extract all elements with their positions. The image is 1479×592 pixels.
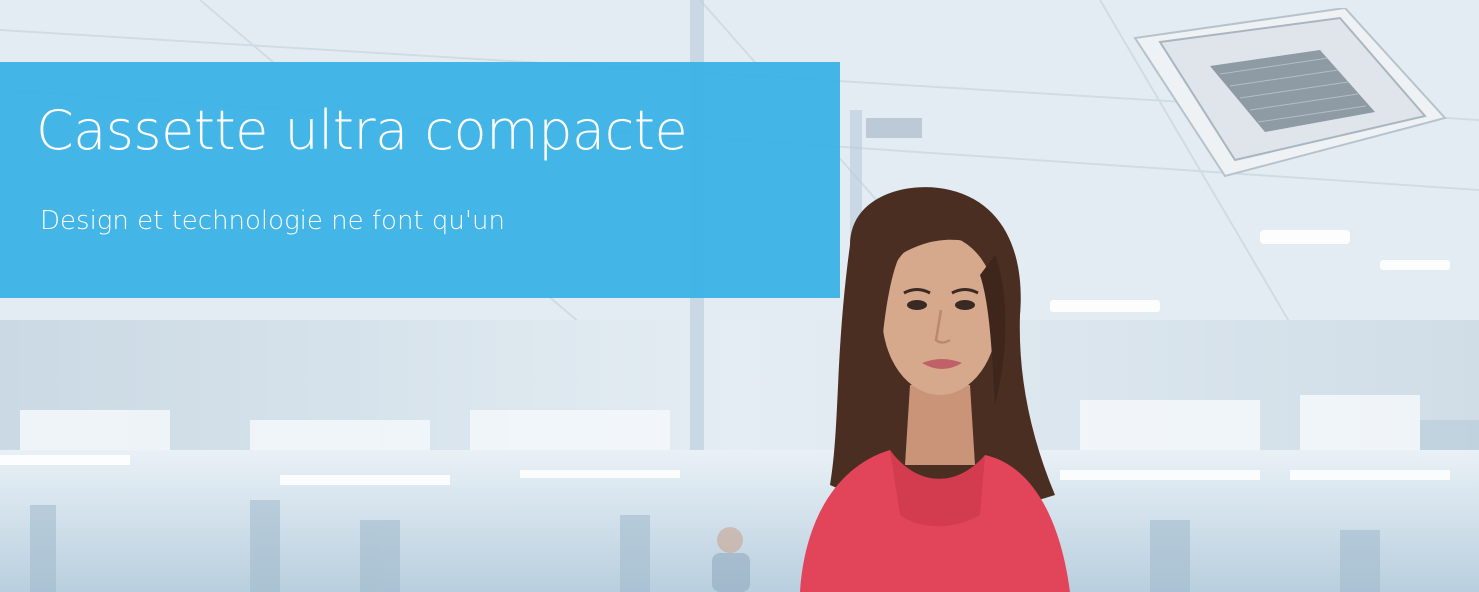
- banner-title: Cassette ultra compacte: [36, 99, 688, 162]
- hero-banner: Cassette ultra compacte Design et techno…: [0, 0, 1479, 592]
- title-banner: [0, 62, 840, 298]
- cassette-air-conditioner-image: [1133, 8, 1447, 178]
- banner-subtitle: Design et technologie ne font qu'un: [40, 206, 505, 236]
